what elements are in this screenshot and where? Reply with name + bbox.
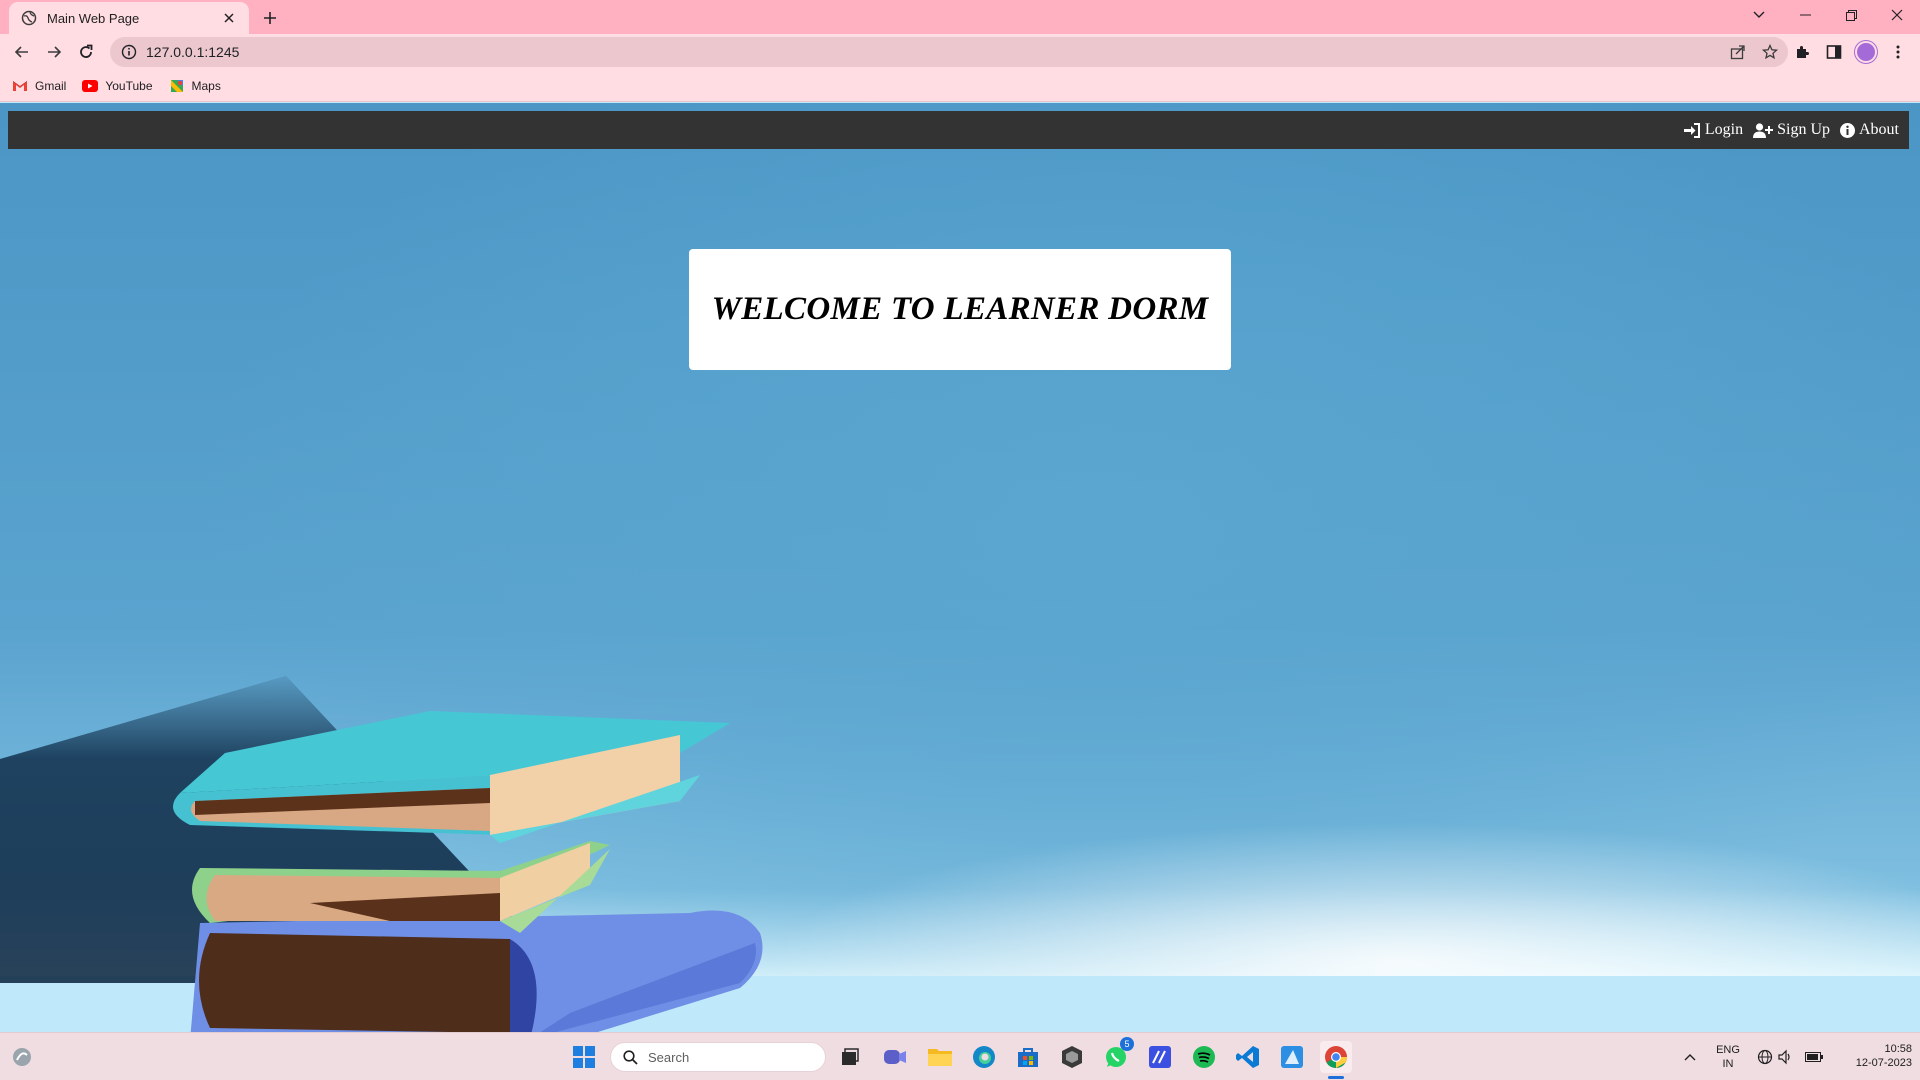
globe-icon bbox=[21, 10, 37, 26]
browser-title-bar: Main Web Page bbox=[0, 0, 1920, 34]
gmail-icon bbox=[13, 80, 27, 91]
books-illustration bbox=[172, 711, 763, 1032]
bookmark-label: YouTube bbox=[105, 78, 153, 93]
browser-toolbar: 127.0.0.1:1245 bbox=[0, 34, 1920, 70]
bookmark-maps[interactable]: Maps bbox=[169, 78, 221, 94]
browser-menu-icon[interactable] bbox=[1884, 38, 1912, 66]
info-circle-icon bbox=[1840, 122, 1855, 138]
nav-signup-link[interactable]: Sign Up bbox=[1753, 121, 1830, 139]
reload-icon bbox=[80, 44, 93, 58]
back-button[interactable] bbox=[8, 38, 36, 66]
bookmark-youtube[interactable]: YouTube bbox=[82, 78, 153, 93]
app-azure-icon[interactable] bbox=[1276, 1041, 1308, 1073]
sign-in-icon bbox=[1683, 122, 1700, 138]
browser-tab[interactable]: Main Web Page bbox=[9, 2, 249, 34]
share-icon[interactable] bbox=[1727, 41, 1749, 63]
tab-search-chevron-icon[interactable] bbox=[1736, 0, 1782, 30]
nav-login-label: Login bbox=[1704, 121, 1744, 138]
whatsapp-badge: 5 bbox=[1120, 1037, 1134, 1051]
bookmarks-bar: Gmail YouTube Maps bbox=[0, 70, 1920, 102]
tray-chevron-up-icon[interactable] bbox=[1674, 1041, 1706, 1073]
chrome-icon[interactable] bbox=[1320, 1041, 1352, 1079]
close-window-icon[interactable] bbox=[1874, 0, 1920, 30]
start-button[interactable] bbox=[568, 1041, 600, 1073]
whatsapp-icon[interactable]: 5 bbox=[1100, 1037, 1134, 1073]
nav-about-link[interactable]: About bbox=[1840, 121, 1899, 139]
app-cube-icon[interactable] bbox=[1056, 1041, 1088, 1073]
app-blue-icon[interactable] bbox=[1144, 1041, 1176, 1073]
profile-avatar[interactable] bbox=[1852, 38, 1880, 66]
reload-button[interactable] bbox=[72, 38, 100, 66]
widgets-icon[interactable] bbox=[6, 1041, 38, 1073]
bookmark-label: Maps bbox=[191, 78, 221, 93]
welcome-card: WELCOME TO LEARNER DORM bbox=[689, 249, 1231, 370]
side-panel-icon[interactable] bbox=[1820, 38, 1848, 66]
restore-icon[interactable] bbox=[1828, 0, 1874, 30]
ms-store-icon[interactable] bbox=[1012, 1041, 1044, 1073]
clock-date: 12-07-2023 bbox=[1855, 1057, 1912, 1069]
forward-button[interactable] bbox=[40, 38, 68, 66]
edge-browser-icon[interactable] bbox=[968, 1041, 1000, 1073]
clock-time: 10:58 bbox=[1884, 1043, 1912, 1055]
new-tab-button[interactable] bbox=[258, 6, 282, 30]
os-taskbar: Search 5 ENG IN 10:58 12-07-2023 bbox=[0, 1032, 1920, 1080]
youtube-icon bbox=[82, 79, 99, 92]
address-bar[interactable]: 127.0.0.1:1245 bbox=[110, 37, 1788, 67]
bookmark-star-icon[interactable] bbox=[1759, 41, 1781, 63]
site-info-icon[interactable] bbox=[118, 41, 140, 63]
language-indicator[interactable]: ENG IN bbox=[1712, 1043, 1744, 1071]
search-icon bbox=[623, 1049, 638, 1065]
user-plus-icon bbox=[1753, 122, 1774, 138]
forward-arrow-icon bbox=[48, 46, 62, 58]
tab-title: Main Web Page bbox=[47, 10, 140, 26]
maps-icon bbox=[170, 79, 183, 92]
url-text: 127.0.0.1:1245 bbox=[146, 44, 240, 60]
extensions-icon[interactable] bbox=[1788, 38, 1816, 66]
bookmark-gmail[interactable]: Gmail bbox=[12, 79, 66, 93]
nav-login-link[interactable]: Login bbox=[1683, 121, 1744, 139]
web-page: Login Sign Up About WELCOME TO LEARNER D… bbox=[0, 103, 1920, 1032]
volume-icon[interactable] bbox=[1769, 1041, 1801, 1073]
site-navbar: Login Sign Up About bbox=[8, 111, 1909, 149]
file-explorer-icon[interactable] bbox=[924, 1041, 956, 1073]
clock[interactable]: 10:58 12-07-2023 bbox=[1832, 1042, 1912, 1070]
nav-signup-label: Sign Up bbox=[1777, 121, 1830, 138]
teams-chat-icon[interactable] bbox=[879, 1041, 911, 1073]
vscode-icon[interactable] bbox=[1232, 1041, 1264, 1073]
welcome-heading: WELCOME TO LEARNER DORM bbox=[711, 291, 1209, 327]
taskbar-search[interactable]: Search bbox=[610, 1042, 826, 1072]
tab-close-icon[interactable] bbox=[219, 8, 239, 28]
bookmark-label: Gmail bbox=[35, 78, 67, 93]
nav-about-label: About bbox=[1859, 121, 1899, 138]
spotify-icon[interactable] bbox=[1188, 1041, 1220, 1073]
minimize-icon[interactable] bbox=[1782, 0, 1828, 30]
task-view-icon[interactable] bbox=[834, 1041, 866, 1073]
windows-logo-icon bbox=[573, 1046, 595, 1068]
search-label: Search bbox=[648, 1049, 690, 1065]
battery-icon[interactable] bbox=[1798, 1041, 1830, 1073]
back-arrow-icon bbox=[14, 46, 28, 58]
